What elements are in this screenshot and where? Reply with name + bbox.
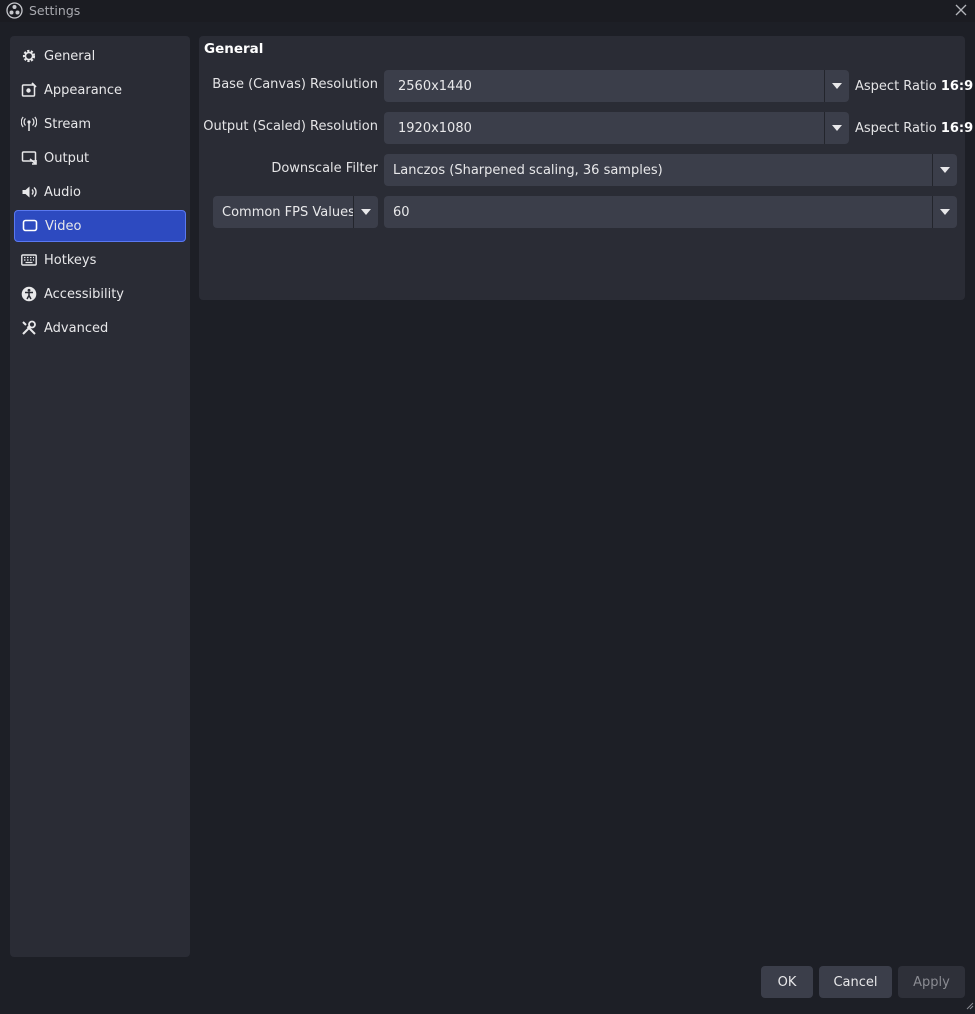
accessibility-icon (21, 286, 37, 302)
appearance-icon (21, 82, 37, 98)
ok-button[interactable]: OK (761, 966, 813, 998)
downscale-filter-select[interactable]: Lanczos (Sharpened scaling, 36 samples) (384, 154, 957, 186)
fps-type-select[interactable]: Common FPS Values (213, 196, 378, 228)
sidebar-item-hotkeys[interactable]: Hotkeys (14, 244, 186, 276)
window-title: Settings (29, 3, 81, 18)
close-icon[interactable] (953, 2, 969, 18)
sidebar-item-label: Hotkeys (44, 252, 97, 268)
base-aspect-ratio: Aspect Ratio 16:9 (855, 79, 973, 94)
chevron-down-icon[interactable] (353, 196, 378, 228)
chevron-down-icon[interactable] (932, 154, 957, 186)
aspect-ratio-label: Aspect Ratio (855, 79, 937, 94)
antenna-icon (21, 116, 37, 132)
aspect-ratio-label: Aspect Ratio (855, 121, 937, 136)
sidebar-item-label: Output (44, 150, 90, 166)
sidebar-item-stream[interactable]: Stream (14, 108, 186, 140)
section-title: General (204, 41, 264, 57)
downscale-filter-value: Lanczos (Sharpened scaling, 36 samples) (393, 162, 663, 178)
keyboard-icon (21, 252, 37, 268)
sidebar-item-output[interactable]: Output (14, 142, 186, 174)
sidebar-item-accessibility[interactable]: Accessibility (14, 278, 186, 310)
chevron-down-icon[interactable] (824, 112, 849, 144)
sidebar-item-audio[interactable]: Audio (14, 176, 186, 208)
fps-value-select[interactable]: 60 (384, 196, 957, 228)
monitor-icon (22, 218, 38, 234)
sidebar-item-appearance[interactable]: Appearance (14, 74, 186, 106)
sidebar-item-label: Stream (44, 116, 92, 132)
fps-value: 60 (393, 204, 410, 220)
aspect-ratio-value: 16:9 (940, 79, 974, 94)
output-icon (21, 150, 37, 166)
output-resolution-label: Output (Scaled) Resolution (203, 119, 378, 134)
resize-grip-icon[interactable] (966, 999, 974, 1010)
sidebar-item-label: Advanced (44, 320, 109, 336)
base-resolution-value: 2560x1440 (398, 78, 472, 94)
chevron-down-icon[interactable] (824, 70, 849, 102)
sidebar-item-advanced[interactable]: Advanced (14, 312, 186, 344)
sidebar-item-label: Video (45, 218, 82, 234)
base-resolution-label: Base (Canvas) Resolution (212, 77, 378, 92)
output-aspect-ratio: Aspect Ratio 16:9 (855, 121, 973, 136)
cancel-button[interactable]: Cancel (819, 966, 892, 998)
output-resolution-value: 1920x1080 (398, 120, 472, 136)
fps-type-value: Common FPS Values (222, 204, 353, 220)
tools-icon (21, 320, 37, 336)
sidebar-item-label: Accessibility (44, 286, 124, 302)
speaker-icon (21, 184, 37, 200)
title-bar: Settings (0, 0, 975, 22)
sidebar-item-video[interactable]: Video (14, 210, 186, 242)
downscale-filter-label: Downscale Filter (271, 161, 378, 176)
sidebar-item-general[interactable]: General (14, 40, 186, 72)
settings-sidebar: General Appearance Stream Output Audio V… (10, 36, 190, 957)
gear-icon (21, 48, 37, 64)
chevron-down-icon[interactable] (932, 196, 957, 228)
apply-button[interactable]: Apply (898, 966, 965, 998)
sidebar-item-label: Audio (44, 184, 81, 200)
base-resolution-combobox[interactable]: 2560x1440 (384, 70, 849, 102)
obs-logo-icon (6, 2, 23, 19)
aspect-ratio-value: 16:9 (940, 121, 974, 136)
sidebar-item-label: Appearance (44, 82, 123, 98)
output-resolution-combobox[interactable]: 1920x1080 (384, 112, 849, 144)
sidebar-item-label: General (44, 48, 96, 64)
